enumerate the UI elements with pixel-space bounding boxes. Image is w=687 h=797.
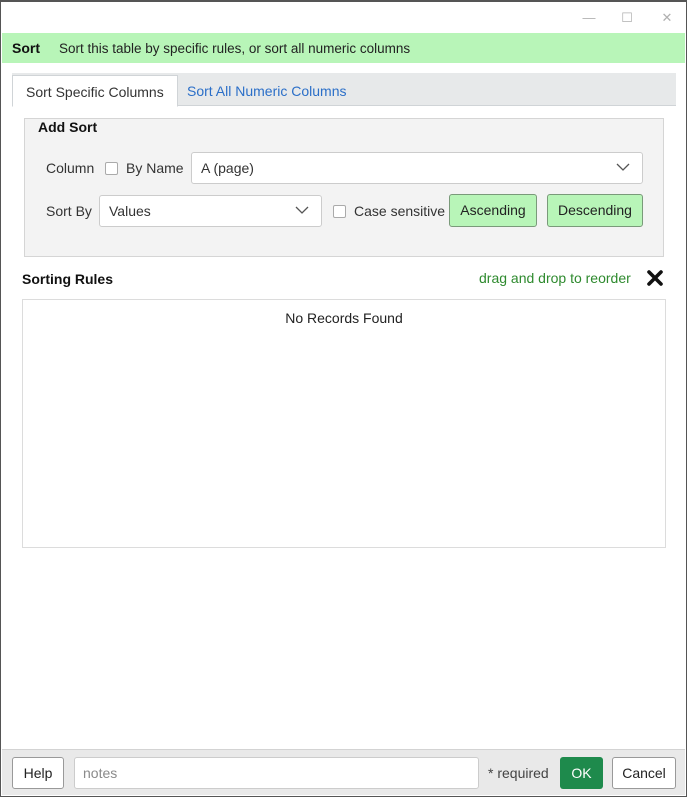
notes-input[interactable] xyxy=(74,757,479,789)
case-sensitive-checkbox[interactable] xyxy=(333,205,346,218)
case-sensitive-label: Case sensitive xyxy=(354,203,446,219)
required-note: * required xyxy=(488,765,549,781)
sort-by-label: Sort By xyxy=(46,203,92,219)
ascending-button[interactable]: Ascending xyxy=(449,194,537,227)
add-sort-legend: Add Sort xyxy=(37,119,99,135)
dialog-description: Sort this table by specific rules, or so… xyxy=(59,40,411,56)
reorder-hint: drag and drop to reorder xyxy=(479,270,631,286)
column-select-value: A (page) xyxy=(201,160,254,176)
by-name-label: By Name xyxy=(126,160,184,176)
tab-bar: Sort Specific Columns Sort All Numeric C… xyxy=(12,73,676,107)
sort-by-select-value: Values xyxy=(109,203,151,219)
sorting-rules-title: Sorting Rules xyxy=(22,271,114,287)
by-name-checkbox[interactable] xyxy=(105,162,118,175)
tab-sort-specific-columns[interactable]: Sort Specific Columns xyxy=(12,75,178,107)
tab-sort-all-numeric-columns[interactable]: Sort All Numeric Columns xyxy=(174,75,360,107)
close-button[interactable]: ✕ xyxy=(655,8,679,28)
sort-by-select[interactable]: Values xyxy=(99,195,322,227)
maximize-button[interactable]: ☐ xyxy=(615,8,639,28)
column-label: Column xyxy=(46,160,95,176)
chevron-down-icon xyxy=(616,163,630,171)
empty-state-text: No Records Found xyxy=(285,310,403,326)
sorting-rules-list: No Records Found xyxy=(22,299,666,548)
dialog-title: Sort xyxy=(12,40,40,56)
x-icon[interactable] xyxy=(646,269,664,287)
help-button[interactable]: Help xyxy=(12,757,64,789)
header-banner: Sort Sort this table by specific rules, … xyxy=(2,33,685,63)
cancel-button[interactable]: Cancel xyxy=(612,757,676,789)
title-bar: — ☐ ✕ xyxy=(1,2,686,34)
add-sort-panel xyxy=(24,118,664,257)
minimize-button[interactable]: — xyxy=(577,8,601,28)
chevron-down-icon xyxy=(295,206,309,214)
ok-button[interactable]: OK xyxy=(560,757,603,789)
descending-button[interactable]: Descending xyxy=(547,194,643,227)
column-select[interactable]: A (page) xyxy=(191,152,643,184)
